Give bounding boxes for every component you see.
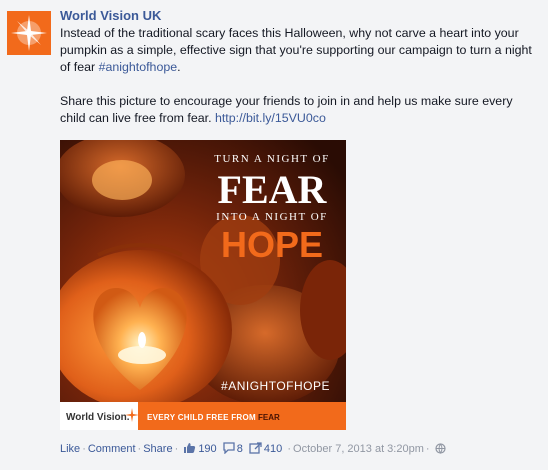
likes-count: 190	[198, 443, 217, 455]
comments-count: 8	[236, 443, 243, 455]
banner-brand: World Vision.	[66, 412, 130, 423]
likes-counter[interactable]: 190	[183, 443, 219, 455]
post-text-paragraph-2: Share this picture to encourage your fri…	[60, 93, 540, 127]
banner-text: EVERY CHILD FREE FROM	[147, 413, 256, 422]
post-text-1-end: .	[177, 60, 181, 74]
post-photo[interactable]: Turn a night of FEAR into a night of HOP…	[60, 140, 346, 430]
headline-middle: into a night of	[216, 211, 328, 223]
world-vision-logo-avatar[interactable]	[7, 11, 51, 55]
post-actions-bar: Like · Comment · Share · 190 8 410 · October 7…	[60, 442, 540, 455]
separator: ·	[82, 443, 86, 455]
comment-link[interactable]: Comment	[88, 443, 136, 455]
banner-fear: FEAR	[258, 413, 280, 422]
image-hashtag: #ANIGHTOFHOPE	[221, 379, 330, 393]
headline-hope: HOPE	[221, 224, 323, 265]
facebook-post: World Vision UK Instead of the tradition…	[0, 0, 548, 470]
pumpkin-top-glow	[92, 160, 152, 200]
share-icon	[249, 442, 262, 454]
page-name-link[interactable]: World Vision UK	[60, 7, 540, 25]
headline-top: Turn a night of	[214, 153, 330, 165]
separator: ·	[137, 443, 142, 455]
comment-bubble-icon	[223, 442, 235, 454]
post-content: World Vision UK Instead of the tradition…	[60, 7, 540, 127]
short-url-link[interactable]: http://bit.ly/15VU0co	[215, 111, 326, 125]
shares-counter[interactable]: 410	[249, 442, 285, 455]
shares-count: 410	[263, 443, 283, 455]
tea-light-candle	[118, 346, 166, 364]
candle-flame	[138, 332, 146, 348]
separator: ·	[174, 443, 179, 455]
post-text-paragraph-1: Instead of the traditional scary faces t…	[60, 25, 540, 76]
headline-fear: FEAR	[218, 167, 328, 212]
like-link[interactable]: Like	[60, 443, 80, 455]
hashtag-link[interactable]: #anightofhope	[99, 60, 178, 74]
starburst-icon	[7, 11, 51, 55]
share-link[interactable]: Share	[143, 443, 172, 455]
separator: ·	[287, 443, 292, 455]
comments-counter[interactable]: 8	[223, 442, 246, 455]
separator: ·	[425, 443, 430, 455]
globe-icon[interactable]	[435, 443, 446, 454]
thumbs-up-icon	[184, 443, 196, 453]
post-timestamp[interactable]: October 7, 2013 at 3:20pm	[293, 443, 424, 455]
